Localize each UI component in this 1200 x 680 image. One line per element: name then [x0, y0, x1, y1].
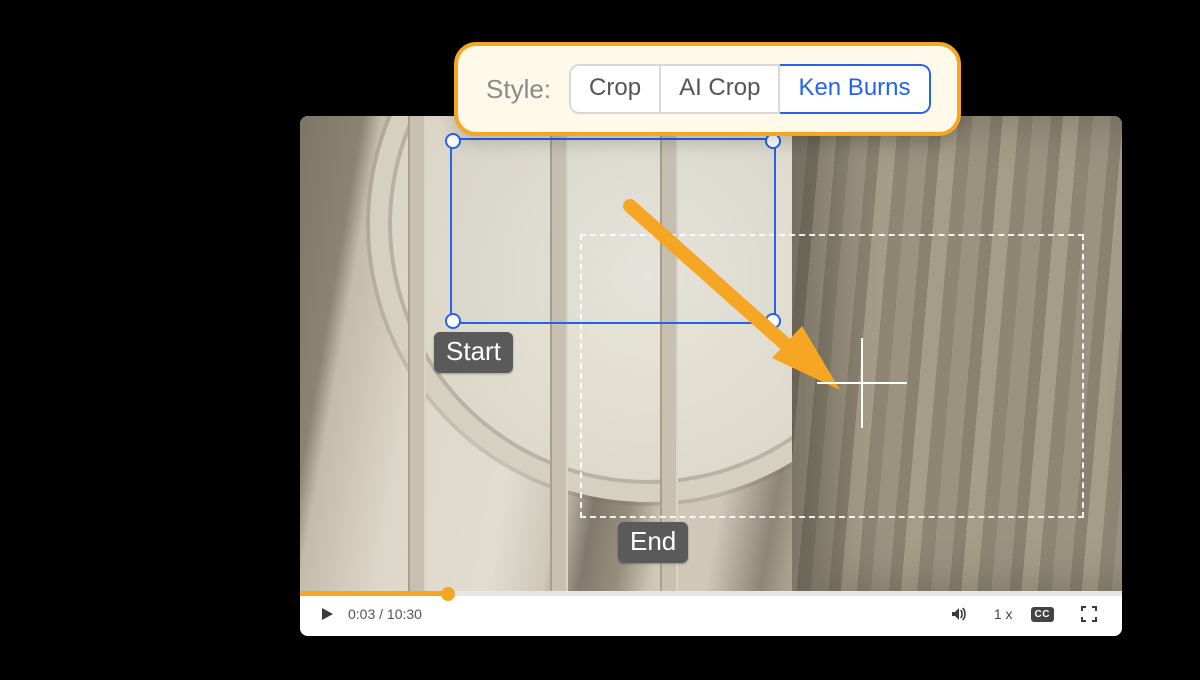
volume-button[interactable]: [942, 606, 976, 622]
resize-handle-bottom-left[interactable]: [445, 313, 461, 329]
time-display: 0:03 / 10:30: [348, 606, 422, 622]
fullscreen-icon: [1081, 606, 1097, 622]
volume-icon: [951, 606, 967, 622]
kenburns-start-frame[interactable]: [450, 138, 776, 324]
seek-bar-thumb[interactable]: [441, 587, 455, 601]
style-picker: Style: Crop AI Crop Ken Burns: [454, 42, 961, 136]
style-picker-label: Style:: [486, 74, 551, 105]
video-canvas[interactable]: Start End: [300, 116, 1122, 592]
crosshair-cursor-icon: [817, 338, 907, 428]
fullscreen-button[interactable]: [1072, 606, 1106, 622]
playback-speed[interactable]: 1 x: [994, 606, 1013, 622]
editor-stage: Start End 0:03 / 10:30: [0, 0, 1200, 680]
resize-handle-top-left[interactable]: [445, 133, 461, 149]
captions-button[interactable]: CC: [1031, 607, 1054, 622]
start-frame-label: Start: [434, 332, 513, 373]
play-button[interactable]: [310, 606, 344, 622]
style-option-ken-burns[interactable]: Ken Burns: [780, 64, 930, 114]
player-controls: 0:03 / 10:30 1 x CC: [300, 591, 1122, 636]
resize-handle-bottom-right[interactable]: [765, 313, 781, 329]
video-player: Start End 0:03 / 10:30: [300, 116, 1122, 636]
style-option-ai-crop[interactable]: AI Crop: [661, 64, 780, 114]
end-frame-label: End: [618, 522, 688, 563]
play-icon: [319, 606, 335, 622]
style-segmented-control: Crop AI Crop Ken Burns: [569, 64, 930, 114]
seek-bar[interactable]: [300, 591, 1122, 596]
backdrop-mullion: [408, 116, 426, 592]
style-option-crop[interactable]: Crop: [569, 64, 661, 114]
seek-bar-fill: [300, 591, 448, 596]
